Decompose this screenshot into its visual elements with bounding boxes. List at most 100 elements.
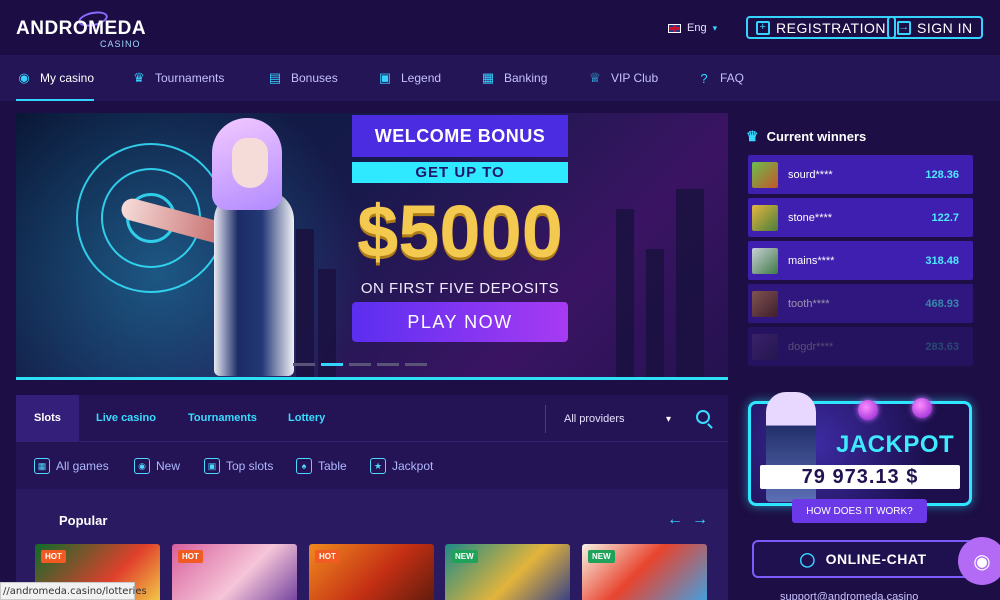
winner-amount: 128.36 (925, 168, 959, 181)
uk-flag-icon (668, 23, 681, 33)
gift-icon: ▤ (268, 70, 282, 85)
nav-label: Banking (504, 71, 548, 85)
tab-live-casino[interactable]: Live casino (96, 395, 156, 441)
game-tile[interactable]: HOT (309, 544, 434, 600)
wallet-icon: ▦ (481, 70, 495, 85)
signin-label: SIGN IN (917, 19, 973, 36)
category-label: Table (318, 459, 347, 473)
category-table[interactable]: ♠ Table (296, 442, 347, 490)
character-face (232, 138, 268, 188)
plus-icon: + (756, 20, 770, 35)
gem-icon (912, 398, 932, 418)
carousel-dots (293, 363, 427, 366)
new-badge: NEW (451, 550, 478, 563)
game-tile[interactable]: NEW (582, 544, 707, 600)
banner-title: WELCOME BONUS (352, 115, 568, 157)
browser-status-url: //andromeda.casino/lotteries (0, 582, 147, 600)
nav-item-tournaments[interactable]: ♛ Tournaments (131, 55, 224, 101)
tab-slots[interactable]: Slots (16, 395, 79, 441)
category-label: Jackpot (392, 459, 434, 473)
carousel-dot[interactable] (405, 363, 427, 366)
game-tile[interactable]: NEW (445, 544, 570, 600)
main-nav: ◉ My casino ♛ Tournaments ▤ Bonuses ▣ Le… (0, 55, 1000, 101)
game-categories: ▦ All games ◉ New ▣ Top slots ♠ Table ★ … (16, 441, 728, 489)
nav-item-banking[interactable]: ▦ Banking (480, 55, 548, 101)
carousel-dot[interactable] (349, 363, 371, 366)
game-thumbnail (752, 161, 778, 188)
winner-row[interactable]: dogdr**** 283.63 (748, 327, 973, 366)
winner-amount: 468.93 (925, 297, 959, 310)
registration-button[interactable]: + REGISTRATION (746, 16, 896, 39)
how-it-works-button[interactable]: HOW DOES IT WORK? (792, 499, 927, 523)
support-email[interactable]: support@andromeda.casino (780, 591, 918, 600)
building-shape (676, 189, 704, 379)
search-icon[interactable] (696, 410, 710, 424)
winner-amount: 122.7 (931, 211, 959, 224)
nav-item-legend[interactable]: ▣ Legend (377, 55, 441, 101)
play-now-button[interactable]: PLAY NOW (352, 302, 568, 342)
winner-row[interactable]: mains**** 318.48 (748, 241, 973, 280)
carousel-dot[interactable] (377, 363, 399, 366)
hot-badge: HOT (315, 550, 340, 563)
winner-name: dogdr**** (788, 340, 834, 353)
game-thumbnail (752, 204, 778, 231)
category-new[interactable]: ◉ New (134, 442, 180, 490)
category-label: Top slots (226, 459, 274, 473)
providers-select[interactable]: All providers ▾ (545, 405, 685, 433)
signin-button[interactable]: → SIGN IN (887, 16, 983, 39)
nav-item-vip-club[interactable]: ♕ VIP Club (587, 55, 658, 101)
game-tile[interactable]: HOT (172, 544, 297, 600)
winner-row[interactable]: stone**** 122.7 (748, 198, 973, 237)
chat-fab-icon[interactable]: ◉ (958, 537, 1000, 585)
astronaut-icon: ◉ (18, 70, 30, 85)
game-thumbnail (752, 247, 778, 274)
chat-bubble-icon: ◯ (799, 550, 816, 567)
category-all-games[interactable]: ▦ All games (34, 442, 109, 490)
nav-item-my-casino[interactable]: ◉ My casino (16, 55, 95, 101)
book-icon: ▣ (378, 70, 392, 85)
tab-lottery[interactable]: Lottery (288, 395, 325, 441)
gem-icon (858, 400, 878, 420)
chevron-down-icon: ▾ (665, 413, 671, 425)
language-selector[interactable]: Eng ▾ (668, 20, 717, 36)
nav-item-faq[interactable]: ? FAQ (696, 55, 744, 101)
andromeda-logo[interactable]: ANDROMEDA CASINO (16, 9, 156, 49)
tab-tournaments[interactable]: Tournaments (188, 395, 257, 441)
winner-row[interactable]: sourd**** 128.36 (748, 155, 973, 194)
new-badge: NEW (588, 550, 615, 563)
login-icon: → (897, 20, 911, 35)
carousel-dot[interactable] (293, 363, 315, 366)
game-thumbnail (752, 333, 778, 360)
crown-icon: ♕ (589, 70, 601, 85)
winner-name: tooth**** (788, 297, 830, 310)
banner-amount: $5000 (357, 189, 563, 273)
game-thumbnail (752, 290, 778, 317)
nav-label: Bonuses (291, 71, 338, 85)
popular-title: Popular (59, 513, 108, 528)
language-label: Eng (687, 22, 707, 34)
nav-item-bonuses[interactable]: ▤ Bonuses (267, 55, 338, 101)
category-label: All games (56, 459, 109, 473)
character-body (214, 190, 294, 376)
nav-label: Tournaments (155, 71, 225, 85)
nav-label: My casino (40, 71, 95, 85)
hot-badge: HOT (41, 550, 66, 563)
arrow-left-icon[interactable]: ← (667, 511, 683, 529)
logo-title: ANDROMEDA (16, 18, 147, 39)
category-jackpot[interactable]: ★ Jackpot (370, 442, 433, 490)
building-shape (646, 249, 664, 379)
jackpot-icon: ★ (370, 458, 386, 474)
carousel-dot[interactable] (321, 363, 343, 366)
winner-row[interactable]: tooth**** 468.93 (748, 284, 973, 323)
category-top-slots[interactable]: ▣ Top slots (204, 442, 273, 490)
nav-label: FAQ (720, 71, 745, 85)
chevron-down-icon: ▾ (712, 22, 718, 33)
arrow-right-icon[interactable]: → (692, 511, 708, 529)
crown-icon: ♛ (746, 128, 759, 144)
building-shape (616, 209, 634, 379)
online-chat-button[interactable]: ◯ ONLINE-CHAT (752, 540, 974, 578)
winners-header: ♛ Current winners (746, 128, 866, 145)
winner-amount: 318.48 (925, 254, 959, 267)
banner-deposits: ON FIRST FIVE DEPOSITS (360, 279, 560, 297)
providers-label: All providers (564, 413, 625, 425)
